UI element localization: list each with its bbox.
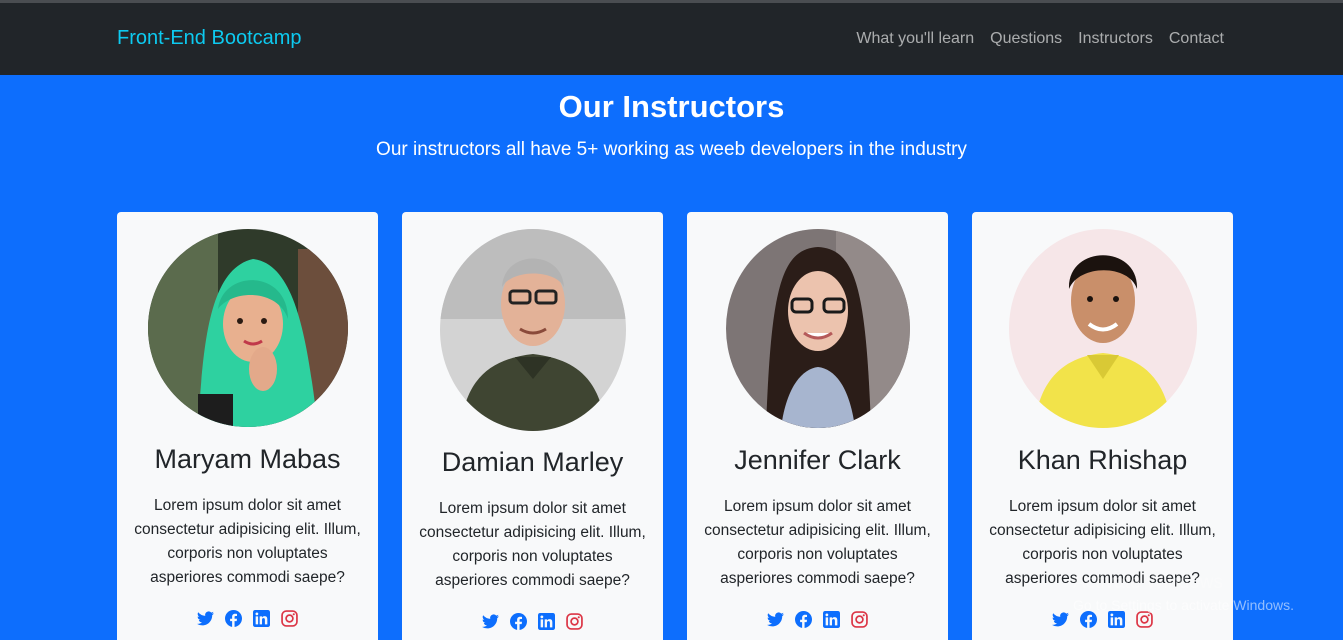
twitter-icon[interactable] [1052, 611, 1069, 628]
instructor-card: Damian Marley Lorem ipsum dolor sit amet… [402, 212, 663, 640]
instructor-card: Maryam Mabas Lorem ipsum dolor sit amet … [117, 212, 378, 640]
instructor-name: Damian Marley [441, 447, 624, 477]
nav-links: What you'll learn Questions Instructors … [856, 30, 1224, 48]
instagram-icon[interactable] [281, 610, 298, 627]
instructor-bio: Lorem ipsum dolor sit amet consectetur a… [704, 498, 931, 587]
instructor-name: Khan Rhishap [1017, 445, 1188, 475]
social-links [972, 611, 1233, 628]
instructor-name: Jennifer Clark [734, 445, 901, 475]
instagram-icon[interactable] [1136, 611, 1153, 628]
twitter-icon[interactable] [197, 610, 214, 627]
instructor-name: Maryam Mabas [154, 444, 341, 474]
facebook-icon[interactable] [1080, 611, 1097, 628]
nav-link-learn[interactable]: What you'll learn [856, 30, 974, 48]
facebook-icon[interactable] [225, 610, 242, 627]
social-links [117, 610, 378, 627]
instructor-bio: Lorem ipsum dolor sit amet consectetur a… [134, 497, 361, 586]
instagram-icon[interactable] [851, 611, 868, 628]
instructor-photo [1008, 229, 1197, 428]
brand-link[interactable]: Front-End Bootcamp [117, 27, 302, 50]
facebook-icon[interactable] [795, 611, 812, 628]
nav-link-questions[interactable]: Questions [990, 30, 1062, 48]
nav-link-instructors[interactable]: Instructors [1078, 30, 1153, 48]
section-subtitle: Our instructors all have 5+ working as w… [376, 139, 967, 160]
windows-watermark-title: Activate Windows [1073, 572, 1223, 593]
instagram-icon[interactable] [566, 613, 583, 630]
instructor-photo [439, 229, 626, 431]
twitter-icon[interactable] [482, 613, 499, 630]
instructor-photo [147, 229, 348, 427]
nav-link-contact[interactable]: Contact [1169, 30, 1224, 48]
linkedin-icon[interactable] [1108, 611, 1125, 628]
section-title: Our Instructors [558, 89, 785, 124]
social-links [687, 611, 948, 628]
linkedin-icon[interactable] [823, 611, 840, 628]
linkedin-icon[interactable] [253, 610, 270, 627]
windows-watermark-subtitle: Go to Settings to activate Windows. [1073, 597, 1294, 613]
instructor-photo [725, 229, 910, 428]
navbar: Front-End Bootcamp What you'll learn Que… [0, 3, 1343, 75]
instructor-card: Jennifer Clark Lorem ipsum dolor sit ame… [687, 212, 948, 640]
facebook-icon[interactable] [510, 613, 527, 630]
linkedin-icon[interactable] [538, 613, 555, 630]
twitter-icon[interactable] [767, 611, 784, 628]
social-links [402, 613, 663, 630]
instructor-bio: Lorem ipsum dolor sit amet consectetur a… [419, 500, 646, 589]
